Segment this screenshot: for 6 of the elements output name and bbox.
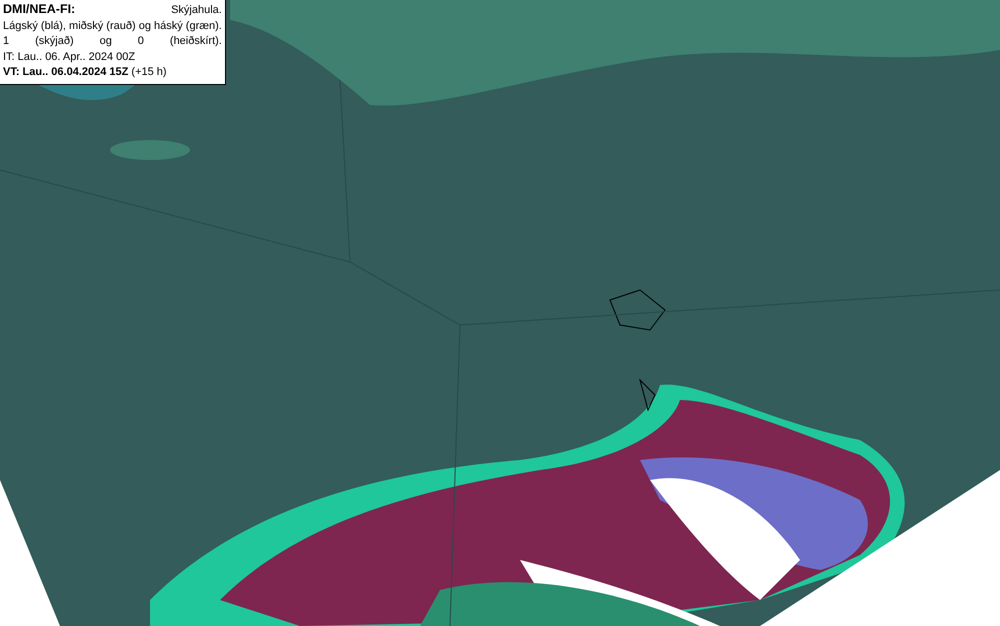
scale-note: 1 (skýjað) og 0 (heiðskírt). <box>3 34 222 49</box>
legend-title: Skýjahula. <box>171 3 222 18</box>
valid-time: VT: Lau.. 06.04.2024 15Z (+15 h) <box>3 65 168 80</box>
issue-time: IT: Lau.. 06. Apr.. 2024 00Z <box>3 50 136 64</box>
legend-description: Lágský (blá), miðský (rauð) og háský (græn). <box>3 18 222 34</box>
model-source: DMI/NEA-FI: <box>3 2 76 18</box>
